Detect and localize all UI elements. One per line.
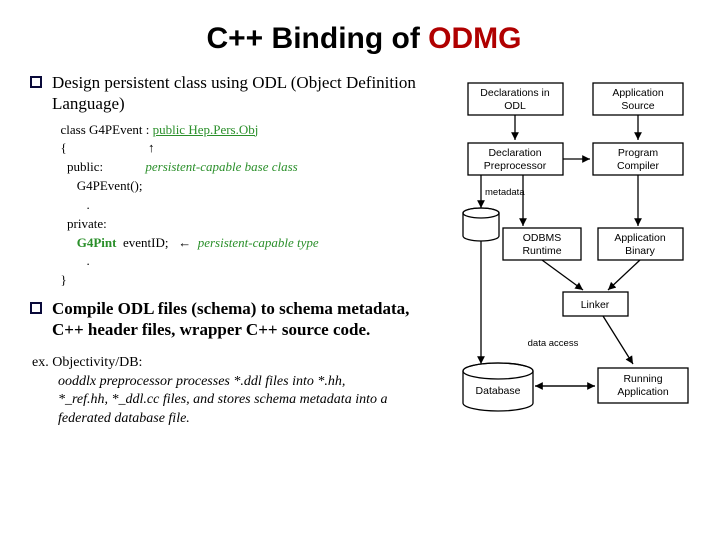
code-line: . <box>54 252 445 271</box>
code-line: { ↑ <box>54 139 445 158</box>
diag-progcomp: Program <box>618 147 659 159</box>
diag-declarations: Declarations in <box>480 87 550 99</box>
svg-text:Application: Application <box>617 386 669 398</box>
odl-code-block: class G4PEvent : public Hep.Pers.Obj { ↑… <box>54 121 445 291</box>
diag-database: Database <box>476 385 521 397</box>
bullet-1-text: Design persistent class using ODL (Objec… <box>52 72 445 115</box>
svg-text:Runtime: Runtime <box>522 245 561 257</box>
square-bullet-icon <box>30 302 42 314</box>
code-line: G4Pint eventID; ← persistent-capable typ… <box>54 234 445 253</box>
code-type: G4Pint <box>77 235 117 250</box>
diag-preproc: Declaration <box>488 147 541 159</box>
example-label: ex. Objectivity/DB: <box>32 355 445 371</box>
diag-appsource: Application <box>612 87 664 99</box>
diag-runapp: Running <box>623 373 662 385</box>
code-annot-type: persistent-capable type <box>198 235 319 250</box>
workflow-diagram: Declarations in ODL Application Source D… <box>453 78 698 423</box>
code-line: . <box>54 196 445 215</box>
code-line: private: <box>54 215 445 234</box>
bullet-item: Compile ODL files (schema) to schema met… <box>30 298 445 341</box>
example-body: ooddlx preprocessor processes *.ddl file… <box>58 373 398 430</box>
code-line: } <box>54 271 445 290</box>
svg-text:ODL: ODL <box>504 100 526 112</box>
code-line: class G4PEvent : public Hep.Pers.Obj <box>54 121 445 140</box>
square-bullet-icon <box>30 76 42 88</box>
diag-appbinary: Application <box>614 232 666 244</box>
code-line: G4PEvent(); <box>54 177 445 196</box>
arrow-left-icon: ← <box>178 235 198 250</box>
title-accent: ODMG <box>428 22 521 55</box>
svg-text:Binary: Binary <box>625 245 656 257</box>
code-inherit: public Hep.Pers.Obj <box>153 122 259 137</box>
title-prefix: C++ Binding of <box>207 22 429 55</box>
diag-metadata-label: metadata <box>485 187 525 198</box>
svg-text:Source: Source <box>621 100 654 112</box>
arrow-up-icon: ↑ <box>67 140 155 155</box>
bullet-2-text: Compile ODL files (schema) to schema met… <box>52 298 445 341</box>
svg-text:Compiler: Compiler <box>617 160 660 172</box>
code-line: public: persistent-capable base class <box>54 158 445 177</box>
code-annot-base: persistent-capable base class <box>103 159 298 174</box>
diag-dataaccess-label: data access <box>528 338 579 349</box>
diag-runtime: ODBMS <box>523 232 562 244</box>
diag-linker: Linker <box>581 299 610 311</box>
bullet-item: Design persistent class using ODL (Objec… <box>30 72 445 115</box>
slide-title: C++ Binding of ODMG <box>30 22 698 56</box>
svg-text:Preprocessor: Preprocessor <box>484 160 547 172</box>
